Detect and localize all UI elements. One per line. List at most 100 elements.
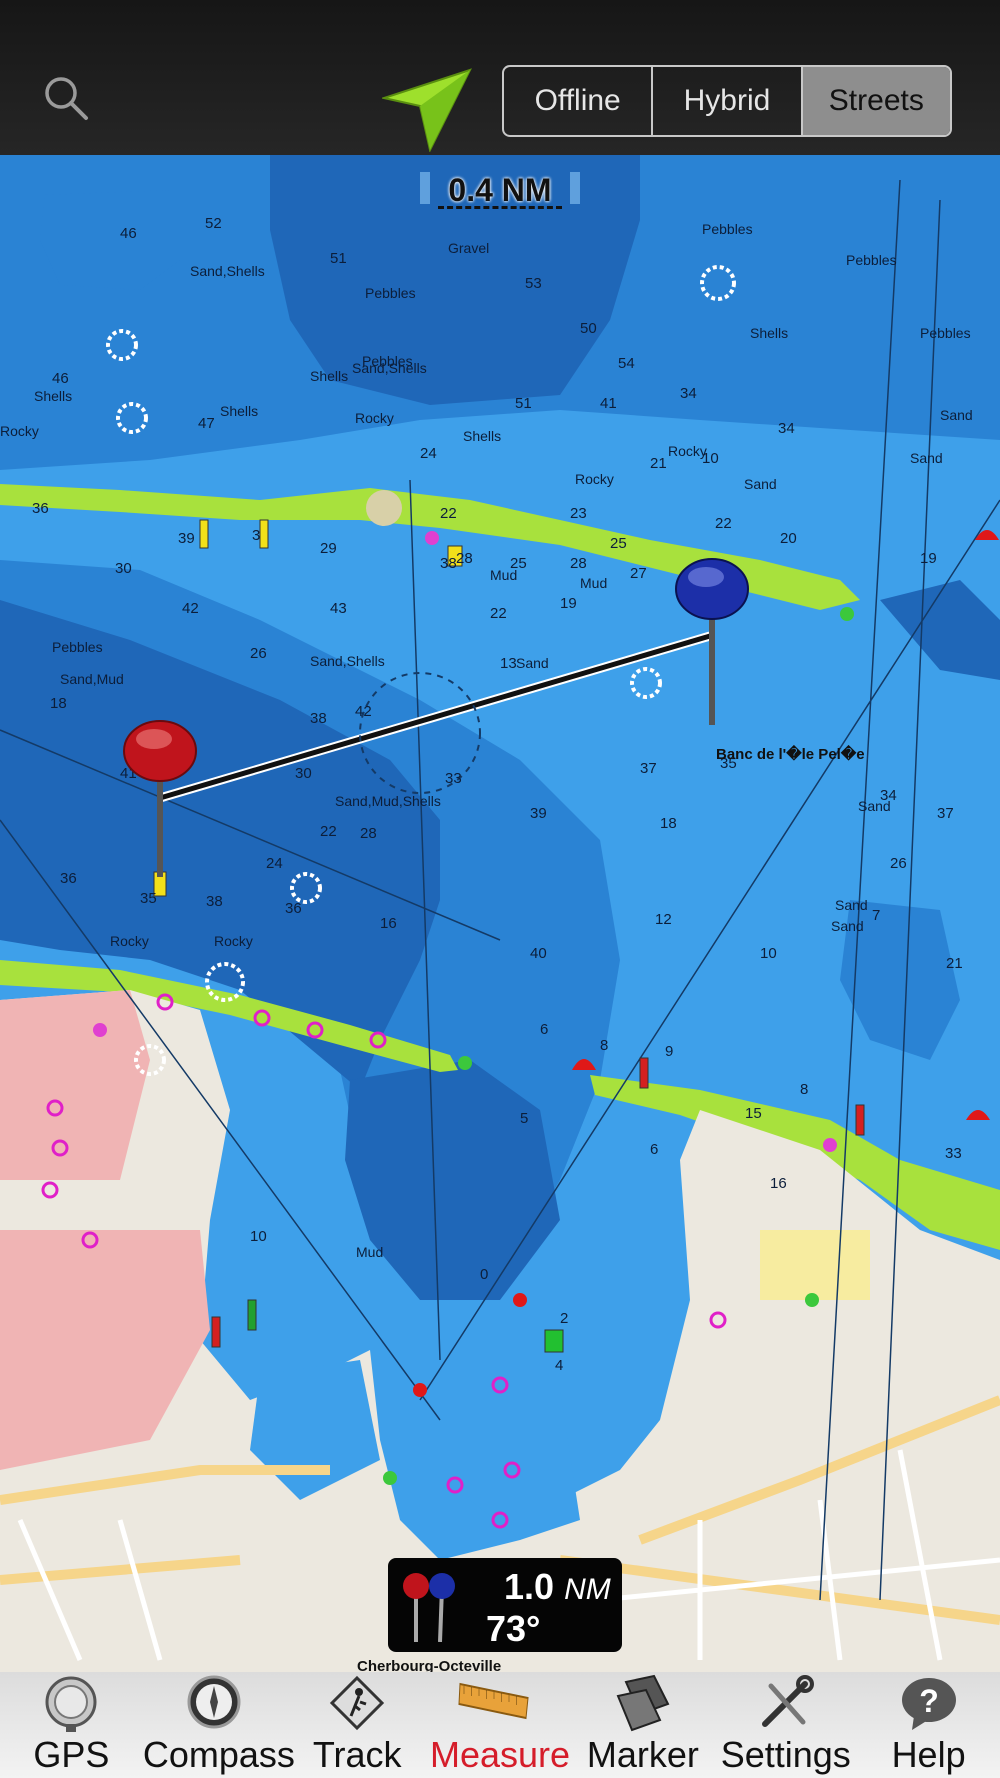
depth-sounding: 38 bbox=[440, 555, 457, 572]
tab-measure[interactable]: Measure bbox=[429, 1672, 572, 1778]
depth-sounding: 28 bbox=[360, 825, 377, 842]
depth-sounding: 51 bbox=[515, 395, 532, 412]
depth-sounding: 23 bbox=[570, 505, 587, 522]
map-mode-hybrid[interactable]: Hybrid bbox=[653, 67, 803, 135]
seabed-label: Sand,Mud bbox=[60, 671, 124, 687]
town-name-label: Cherbourg-Octeville bbox=[357, 1658, 502, 1672]
depth-sounding: 12 bbox=[655, 911, 672, 928]
seabed-label: Shells bbox=[220, 403, 259, 419]
depth-sounding: 20 bbox=[780, 530, 797, 547]
depth-sounding: 21 bbox=[650, 455, 667, 472]
location-arrow-icon[interactable] bbox=[382, 66, 472, 152]
help-icon: ? bbox=[901, 1678, 956, 1730]
seabed-label: Rocky bbox=[575, 471, 614, 487]
depth-sounding: 51 bbox=[330, 250, 347, 267]
seabed-label: Gravel bbox=[448, 240, 490, 256]
depth-sounding: 16 bbox=[380, 915, 397, 932]
depth-sounding: 27 bbox=[630, 565, 647, 582]
scale-label: 0.4 NM bbox=[448, 172, 552, 208]
depth-sounding: 36 bbox=[32, 500, 49, 517]
nautical-chart-map[interactable]: 46 52 51 53 47 50 54 46 51 41 34 10 34 39 3 29 30 36 28 25 2… bbox=[0, 155, 1000, 1672]
depth-sounding: 37 bbox=[937, 805, 954, 822]
depth-sounding: 5 bbox=[520, 1110, 529, 1127]
depth-sounding: 4 bbox=[555, 1357, 564, 1374]
map-mode-offline[interactable]: Offline bbox=[504, 67, 654, 135]
depth-sounding: 34 bbox=[680, 385, 697, 402]
seabed-label: Sand,Shells bbox=[190, 263, 265, 279]
measure-bearing: 73° bbox=[486, 1608, 541, 1649]
depth-sounding: 37 bbox=[640, 760, 657, 777]
measure-pins-icon bbox=[403, 1573, 455, 1642]
gps-icon bbox=[45, 1676, 97, 1732]
map-scale: 0.4 NM bbox=[418, 172, 582, 216]
tab-track[interactable]: Track bbox=[286, 1672, 429, 1778]
seabed-label: Sand bbox=[744, 476, 777, 492]
measure-distance: 1.0 NM bbox=[504, 1566, 611, 1608]
depth-sounding: 7 bbox=[872, 907, 881, 924]
seabed-label: Mud bbox=[490, 567, 518, 583]
depth-sounding: 6 bbox=[540, 1021, 549, 1038]
depth-sounding: 19 bbox=[920, 550, 937, 567]
seabed-label: Sand bbox=[831, 918, 864, 934]
depth-sounding: 50 bbox=[580, 320, 597, 337]
scale-bar bbox=[438, 206, 562, 217]
seabed-label: Sand bbox=[940, 407, 973, 423]
measure-end-pin[interactable] bbox=[672, 555, 752, 725]
search-icon[interactable] bbox=[42, 74, 90, 122]
depth-sounding: 22 bbox=[320, 823, 337, 840]
seabed-label: Mud bbox=[356, 1244, 384, 1260]
tab-track-label: Track bbox=[312, 1734, 402, 1775]
top-bar: Offline Hybrid Streets bbox=[0, 0, 1000, 155]
depth-sounding: 8 bbox=[600, 1037, 609, 1054]
depth-sounding: 29 bbox=[320, 540, 337, 557]
seabed-label: Shells bbox=[463, 428, 502, 444]
seabed-label: Mud bbox=[580, 575, 608, 591]
depth-sounding: 46 bbox=[120, 225, 137, 242]
fort-island bbox=[366, 490, 402, 526]
depth-sounding: 53 bbox=[525, 275, 542, 292]
tab-compass[interactable]: Compass bbox=[143, 1672, 295, 1778]
tab-settings-label: Settings bbox=[720, 1734, 851, 1775]
measure-distance-unit: NM bbox=[564, 1573, 611, 1606]
depth-sounding: 10 bbox=[760, 945, 777, 962]
seabed-label: Sand bbox=[835, 897, 868, 913]
measure-start-pin[interactable] bbox=[120, 717, 200, 877]
seabed-label: Shells bbox=[750, 325, 789, 341]
depth-sounding: 16 bbox=[770, 1175, 787, 1192]
map-mode-streets[interactable]: Streets bbox=[802, 67, 950, 135]
seabed-label: Pebbles bbox=[365, 285, 416, 301]
tab-help[interactable]: ? Help bbox=[857, 1672, 1000, 1778]
seabed-label: Sand bbox=[516, 655, 549, 671]
tab-marker[interactable]: Marker bbox=[571, 1672, 714, 1778]
depth-sounding: 39 bbox=[530, 805, 547, 822]
depth-sounding: 38 bbox=[310, 710, 327, 727]
marker-icon bbox=[616, 1674, 670, 1732]
depth-sounding: 13 bbox=[500, 655, 517, 672]
ruler-icon bbox=[458, 1682, 529, 1720]
depth-sounding: 39 bbox=[178, 530, 195, 547]
seabed-label: Pebbles bbox=[920, 325, 971, 341]
mid-depth-patch bbox=[40, 190, 180, 290]
depth-sounding: 22 bbox=[440, 505, 457, 522]
depth-sounding: 26 bbox=[890, 855, 907, 872]
bank-name-label: Banc de l'�le Pel�e bbox=[716, 746, 865, 763]
seabed-label: Sand bbox=[910, 450, 943, 466]
tab-measure-label: Measure bbox=[429, 1734, 571, 1775]
seabed-label: Rocky bbox=[355, 410, 394, 426]
tab-settings[interactable]: Settings bbox=[714, 1672, 857, 1778]
depth-sounding: 15 bbox=[745, 1105, 762, 1122]
depth-sounding: 54 bbox=[618, 355, 635, 372]
depth-sounding: 18 bbox=[660, 815, 677, 832]
depth-sounding: 30 bbox=[295, 765, 312, 782]
tab-gps[interactable]: GPS bbox=[0, 1672, 143, 1778]
depth-sounding: 10 bbox=[250, 1228, 267, 1245]
chart-canvas bbox=[0, 155, 1000, 1672]
depth-sounding: 43 bbox=[330, 600, 347, 617]
depth-sounding: 25 bbox=[610, 535, 627, 552]
seabed-label: Sand,Mud,Shells bbox=[335, 793, 441, 809]
depth-sounding: 36 bbox=[285, 900, 302, 917]
depth-sounding: 42 bbox=[355, 703, 372, 720]
depth-sounding: 30 bbox=[115, 560, 132, 577]
seabed-label: Shells bbox=[310, 368, 349, 384]
tab-gps-label: GPS bbox=[33, 1734, 110, 1775]
